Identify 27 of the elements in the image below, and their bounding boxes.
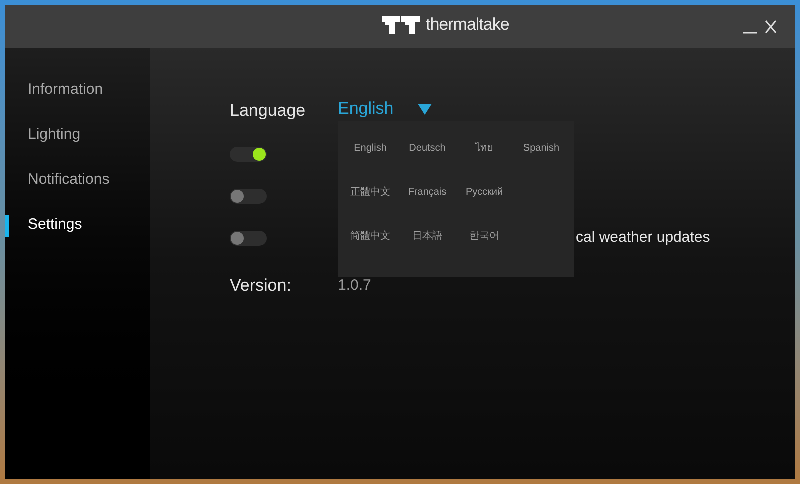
- close-icon[interactable]: [765, 20, 777, 34]
- toggle-switch[interactable]: [230, 230, 267, 246]
- sidebar-item[interactable]: Lighting: [28, 124, 81, 147]
- logo-icon: [382, 16, 420, 34]
- language-option[interactable]: 日本語: [399, 227, 456, 247]
- toggle-switch[interactable]: [230, 146, 267, 162]
- language-option[interactable]: Spanish: [513, 139, 570, 159]
- toggle-switch[interactable]: [230, 188, 267, 204]
- version-label: Version:: [230, 275, 292, 297]
- language-option[interactable]: 正體中文: [342, 183, 399, 203]
- language-option[interactable]: Deutsch: [399, 139, 456, 159]
- language-option[interactable]: 한국어: [456, 227, 513, 247]
- setting-label: cal weather updates: [576, 228, 710, 248]
- selected-language: English: [338, 98, 394, 120]
- sidebar-item[interactable]: Settings: [28, 214, 82, 237]
- language-label: Language: [230, 100, 307, 122]
- language-option[interactable]: 简體中文: [342, 227, 399, 247]
- caret-icon: [418, 104, 432, 114]
- language-option[interactable]: English: [342, 139, 399, 159]
- language-option[interactable]: Français: [399, 183, 456, 203]
- sidebar-item[interactable]: Information: [28, 79, 104, 102]
- brand-name: thermaltake: [426, 14, 510, 36]
- sidebar-item[interactable]: Notifications: [28, 169, 110, 192]
- language-option[interactable]: Русский: [456, 183, 513, 203]
- language-option[interactable]: ไทย: [456, 139, 513, 159]
- version-number: 1.0.7: [338, 276, 372, 296]
- selection-indicator: [5, 215, 9, 237]
